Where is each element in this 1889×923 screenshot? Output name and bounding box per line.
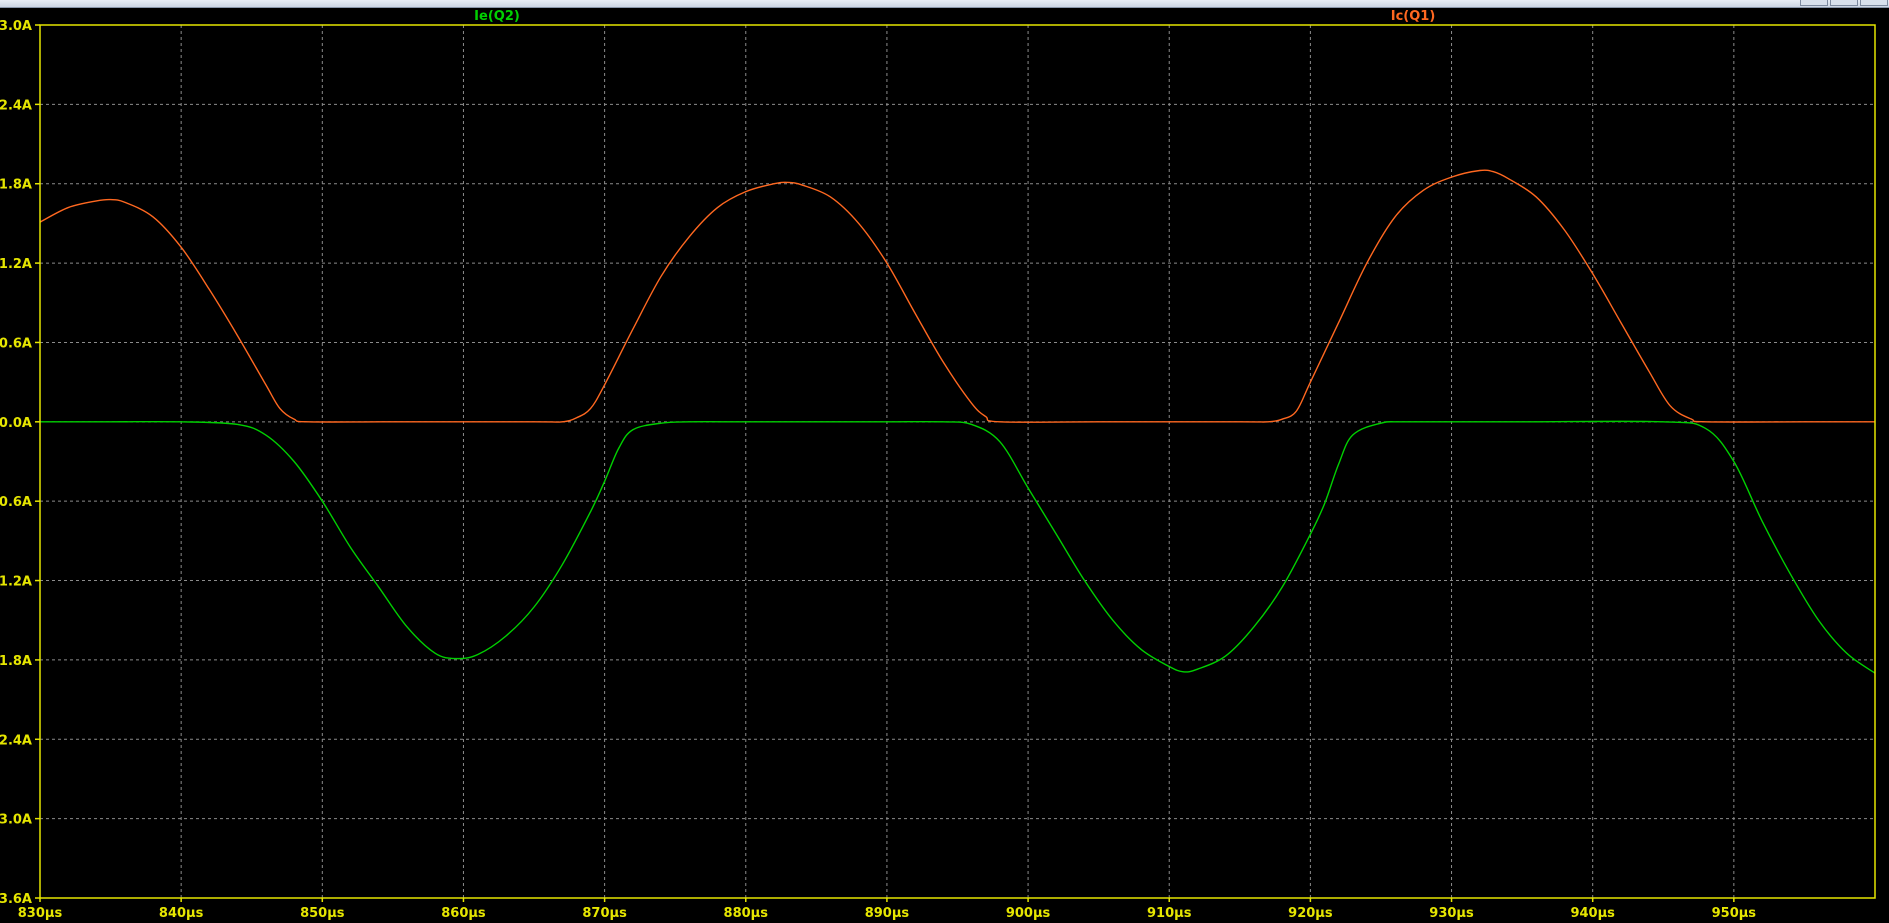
series-trace-ie-q2[interactable]	[40, 420, 1876, 674]
x-tick-label: 950µs	[1712, 906, 1757, 921]
y-tick-label: -1.2A	[0, 575, 32, 590]
x-tick-label: 890µs	[865, 906, 910, 921]
series-layer	[39, 169, 1876, 674]
y-tick-label: -2.4A	[0, 733, 32, 748]
y-tick-label: -0.6A	[0, 495, 32, 510]
x-tick-label: 830µs	[18, 906, 63, 921]
series-trace-ic-q1[interactable]	[39, 169, 1875, 423]
legend-label-ic-q1[interactable]: Ic(Q1)	[1391, 9, 1436, 24]
y-tick-label: -3.0A	[0, 813, 32, 828]
tick-labels: 830µs 840µs 850µs 860µs 870µs 880µs 890µs 900µs…	[0, 19, 1756, 921]
x-tick-label: 840µs	[159, 906, 204, 921]
y-tick-label: 1.2A	[0, 257, 32, 272]
x-tick-label: 870µs	[582, 906, 627, 921]
x-tick-label: 930µs	[1429, 906, 1474, 921]
waveform-plot[interactable]: 830µs 840µs 850µs 860µs 870µs 880µs 890µs 900µs…	[0, 0, 1889, 923]
y-tick-label: 3.0A	[0, 19, 32, 34]
x-tick-label: 940µs	[1570, 906, 1615, 921]
legend-label-ie-q2[interactable]: Ie(Q2)	[474, 9, 520, 24]
plot-frame	[39, 24, 1876, 899]
y-tick-label: 2.4A	[0, 98, 32, 113]
grid-layer	[40, 25, 1875, 898]
y-tick-label: 0.6A	[0, 336, 32, 351]
x-tick-label: 900µs	[1006, 906, 1051, 921]
x-tick-label: 910µs	[1147, 906, 1192, 921]
y-tick-label: 1.8A	[0, 178, 32, 193]
y-tick-label: -3.6A	[0, 892, 32, 907]
x-tick-label: 850µs	[300, 906, 345, 921]
y-tick-label: 0.0A	[0, 416, 32, 431]
x-tick-label: 880µs	[724, 906, 769, 921]
legend[interactable]: Ie(Q2) Ic(Q1)	[474, 9, 1435, 24]
y-tick-label: -1.8A	[0, 654, 32, 669]
x-tick-label: 860µs	[441, 906, 486, 921]
x-tick-label: 920µs	[1288, 906, 1333, 921]
